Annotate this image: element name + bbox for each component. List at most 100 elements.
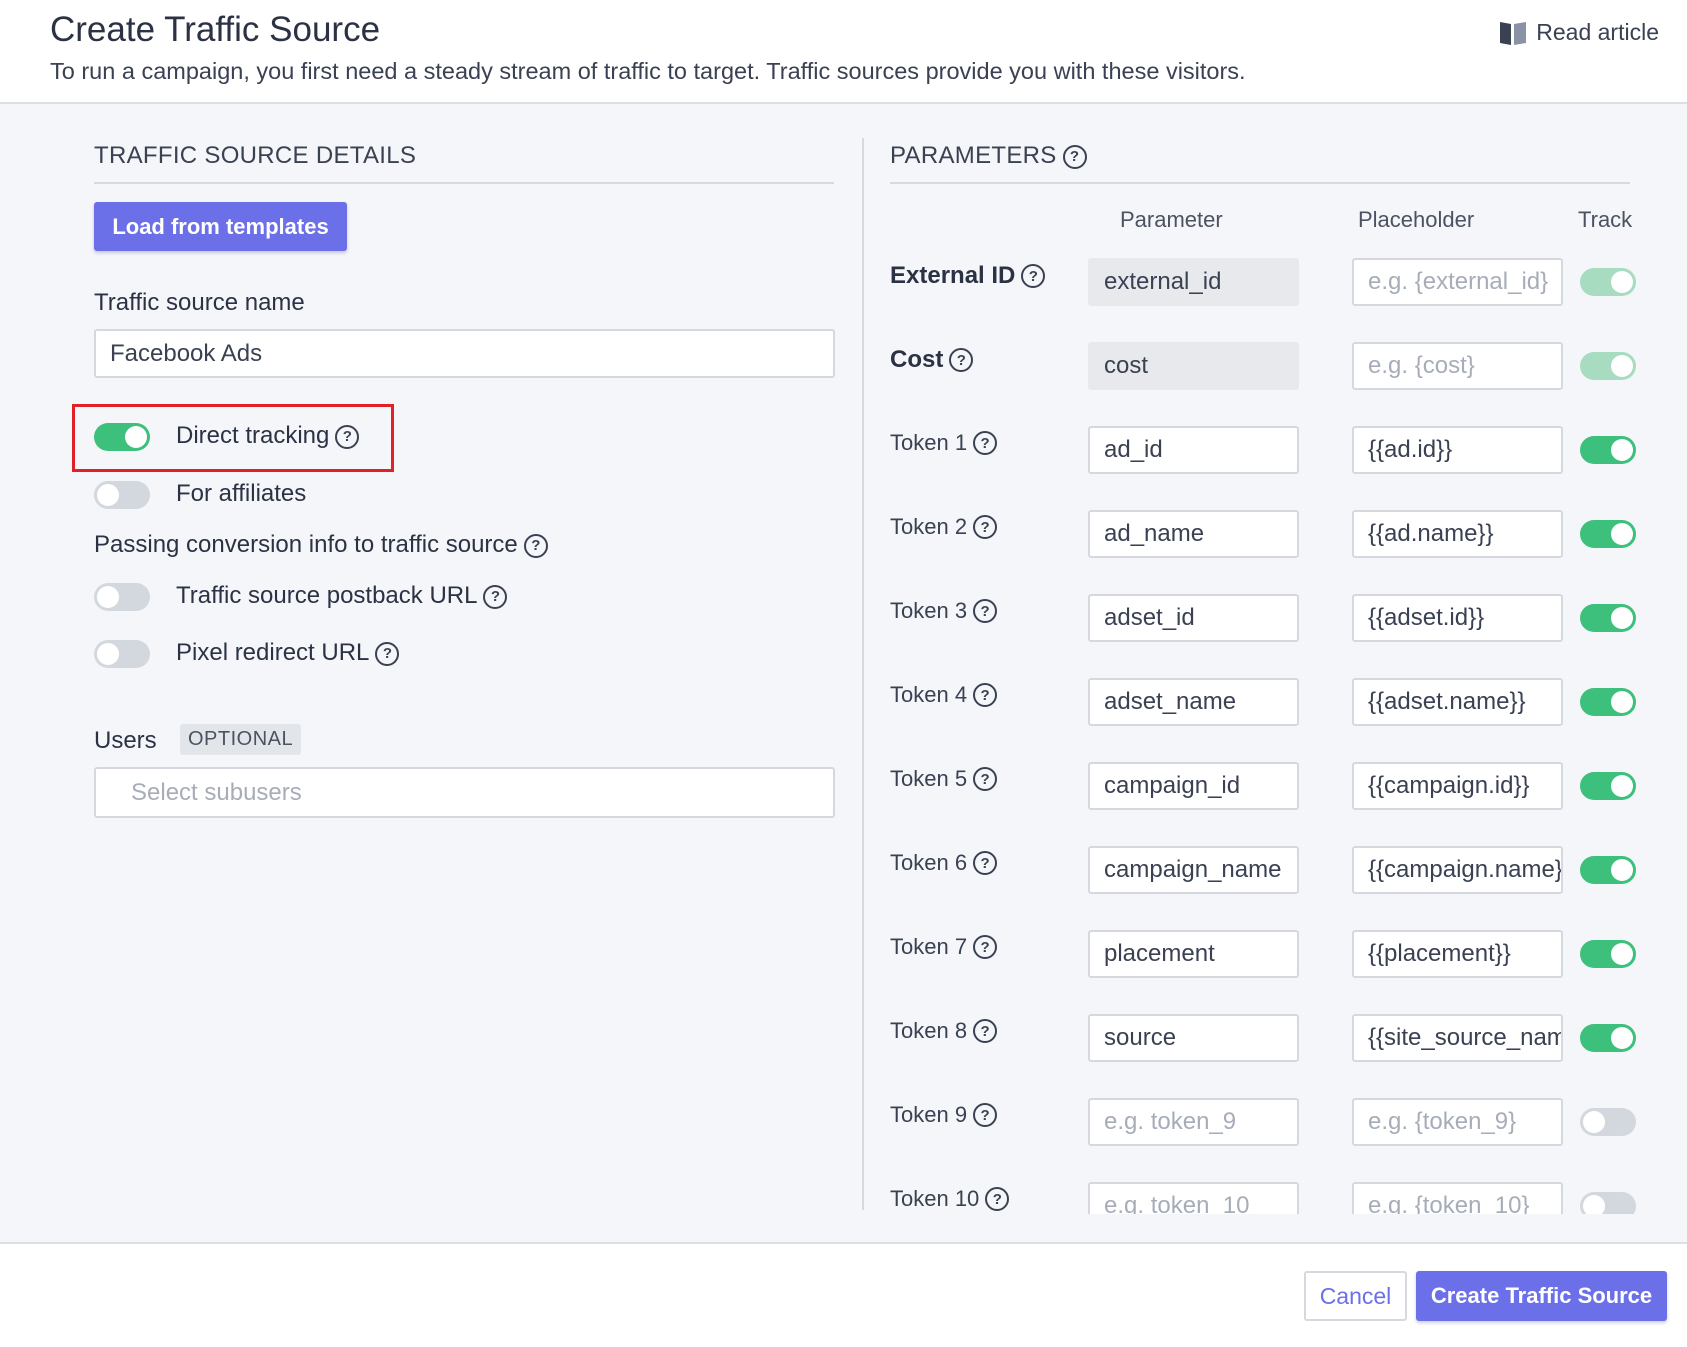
help-icon[interactable]: ? <box>973 767 998 791</box>
modal-footer: Cancel Create Traffic Source <box>0 1242 1687 1347</box>
param-label-text: Token 3 <box>890 598 968 623</box>
track-toggle[interactable] <box>1580 688 1636 716</box>
read-article-label: Read article <box>1536 19 1659 45</box>
param-row-label: Token 4? <box>890 682 998 708</box>
help-icon[interactable]: ? <box>1021 264 1046 288</box>
passing-conversion-label: Passing conversion info to traffic sourc… <box>94 531 518 558</box>
details-divider <box>94 182 834 184</box>
help-icon[interactable]: ? <box>985 1187 1010 1211</box>
select-subusers-input[interactable]: Select subusers <box>94 767 835 818</box>
parameter-input[interactable]: source <box>1088 1014 1299 1062</box>
toggle-knob <box>1611 355 1633 377</box>
help-icon[interactable]: ? <box>335 424 360 449</box>
param-label-text: External ID <box>890 262 1016 289</box>
track-toggle[interactable] <box>1580 604 1636 632</box>
users-label: Users <box>94 727 157 754</box>
for-affiliates-toggle[interactable] <box>94 481 150 509</box>
parameter-input[interactable]: adset_name <box>1088 678 1299 726</box>
param-row-label: Token 2? <box>890 514 998 540</box>
optional-badge: OPTIONAL <box>180 724 302 755</box>
track-toggle[interactable] <box>1580 1108 1636 1136</box>
placeholder-input[interactable]: {{ad.name}} <box>1352 510 1563 558</box>
placeholder-input[interactable]: e.g. {cost} <box>1352 342 1563 390</box>
toggle-knob <box>1611 271 1633 293</box>
parameter-input[interactable]: campaign_name <box>1088 846 1299 894</box>
direct-tracking-toggle[interactable] <box>94 423 150 451</box>
help-icon[interactable]: ? <box>973 431 998 455</box>
placeholder-input[interactable]: e.g. {token_9} <box>1352 1098 1563 1146</box>
track-toggle[interactable] <box>1580 520 1636 548</box>
track-column-header: Track <box>1578 207 1633 232</box>
postback-url-toggle[interactable] <box>94 583 150 611</box>
toggle-knob <box>1583 1111 1605 1133</box>
param-label-text: Token 2 <box>890 514 968 539</box>
placeholder-input[interactable]: {{adset.id}} <box>1352 594 1563 642</box>
toggle-knob <box>97 484 119 506</box>
traffic-source-name-input[interactable]: Facebook Ads <box>94 329 835 378</box>
track-toggle[interactable] <box>1580 856 1636 884</box>
parameters-heading-row: PARAMETERS? <box>890 142 1087 170</box>
param-label-text: Token 4 <box>890 682 968 707</box>
toggle-knob <box>97 586 119 608</box>
create-traffic-source-button[interactable]: Create Traffic Source <box>1416 1271 1667 1321</box>
passing-conversion-row: Passing conversion info to traffic sourc… <box>94 531 548 559</box>
placeholder-input[interactable]: {{ad.id}} <box>1352 426 1563 474</box>
param-label-text: Token 8 <box>890 1018 968 1043</box>
track-toggle[interactable] <box>1580 940 1636 968</box>
parameter-input[interactable]: adset_id <box>1088 594 1299 642</box>
track-toggle[interactable] <box>1580 436 1636 464</box>
parameter-input[interactable]: e.g. token_9 <box>1088 1098 1299 1146</box>
param-row-label: Token 3? <box>890 598 998 624</box>
param-row-label: Cost? <box>890 346 974 374</box>
pixel-redirect-toggle[interactable] <box>94 640 150 668</box>
placeholder-input[interactable]: e.g. {external_id} <box>1352 258 1563 306</box>
toggle-knob <box>1611 943 1633 965</box>
help-icon[interactable]: ? <box>523 533 548 558</box>
page-title: Create Traffic Source <box>50 10 381 49</box>
parameter-input[interactable]: placement <box>1088 930 1299 978</box>
help-icon[interactable]: ? <box>973 515 998 539</box>
help-icon[interactable]: ? <box>973 683 998 707</box>
param-row-label: External ID? <box>890 262 1046 290</box>
toggle-knob <box>125 426 147 448</box>
help-icon[interactable]: ? <box>949 348 974 372</box>
param-row-label: Token 10? <box>890 1186 1010 1212</box>
parameter-input[interactable]: ad_id <box>1088 426 1299 474</box>
placeholder-input[interactable]: {{adset.name}} <box>1352 678 1563 726</box>
parameters-divider <box>890 182 1630 184</box>
load-from-templates-button[interactable]: Load from templates <box>94 202 347 251</box>
parameter-column-header: Parameter <box>1120 207 1223 232</box>
toggle-knob <box>97 643 119 665</box>
help-icon[interactable]: ? <box>1062 144 1087 169</box>
param-label-text: Token 10 <box>890 1186 980 1211</box>
placeholder-column-header: Placeholder <box>1358 207 1475 232</box>
help-icon[interactable]: ? <box>483 584 508 609</box>
read-article-link[interactable]: Read article <box>1498 19 1659 46</box>
pixel-redirect-row: Pixel redirect URL? <box>176 639 400 667</box>
cancel-button[interactable]: Cancel <box>1304 1271 1407 1321</box>
placeholder-input[interactable]: {{placement}} <box>1352 930 1563 978</box>
book-icon <box>1500 21 1527 45</box>
help-icon[interactable]: ? <box>973 1103 998 1127</box>
help-icon[interactable]: ? <box>375 641 400 666</box>
track-toggle[interactable] <box>1580 772 1636 800</box>
parameter-input[interactable]: ad_name <box>1088 510 1299 558</box>
param-label-text: Token 5 <box>890 766 968 791</box>
toggle-knob <box>1611 523 1633 545</box>
placeholder-input[interactable]: {{campaign.id}} <box>1352 762 1563 810</box>
toggle-knob <box>1611 607 1633 629</box>
traffic-source-name-label: Traffic source name <box>94 289 305 316</box>
parameters-heading: PARAMETERS <box>890 142 1057 169</box>
help-icon[interactable]: ? <box>973 935 998 959</box>
track-toggle[interactable] <box>1580 1024 1636 1052</box>
help-icon[interactable]: ? <box>973 1019 998 1043</box>
help-icon[interactable]: ? <box>973 851 998 875</box>
column-divider <box>862 138 864 1210</box>
param-row-label: Token 7? <box>890 934 998 960</box>
postback-url-label: Traffic source postback URL <box>176 582 478 609</box>
placeholder-input[interactable]: {{site_source_name}} <box>1352 1014 1563 1062</box>
help-icon[interactable]: ? <box>973 599 998 623</box>
param-row-label: Token 9? <box>890 1102 998 1128</box>
placeholder-input[interactable]: {{campaign.name}} <box>1352 846 1563 894</box>
parameter-input[interactable]: campaign_id <box>1088 762 1299 810</box>
